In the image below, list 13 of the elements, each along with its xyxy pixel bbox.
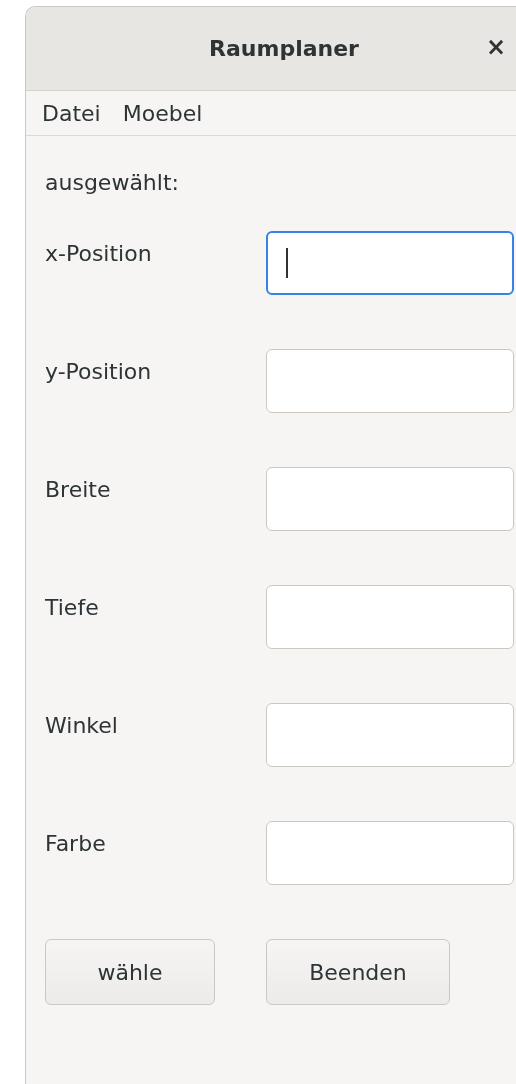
window-title: Raumplaner (208, 35, 359, 63)
field-label: Winkel (45, 712, 119, 740)
select-button[interactable]: wähle (45, 939, 215, 1005)
menu-item[interactable]: Datei (42, 96, 101, 130)
quit-button[interactable]: Beenden (266, 939, 450, 1005)
field-label: x-Position (45, 240, 153, 268)
selected-label: ausgewählt: (45, 169, 180, 197)
field-label: y-Position (45, 358, 153, 386)
field-label: Breite (45, 476, 112, 504)
field-label: Farbe (45, 830, 107, 858)
close-button[interactable]: × (478, 29, 514, 65)
field-label: Tiefe (45, 594, 100, 622)
menu-item[interactable]: Moebel (122, 96, 203, 130)
